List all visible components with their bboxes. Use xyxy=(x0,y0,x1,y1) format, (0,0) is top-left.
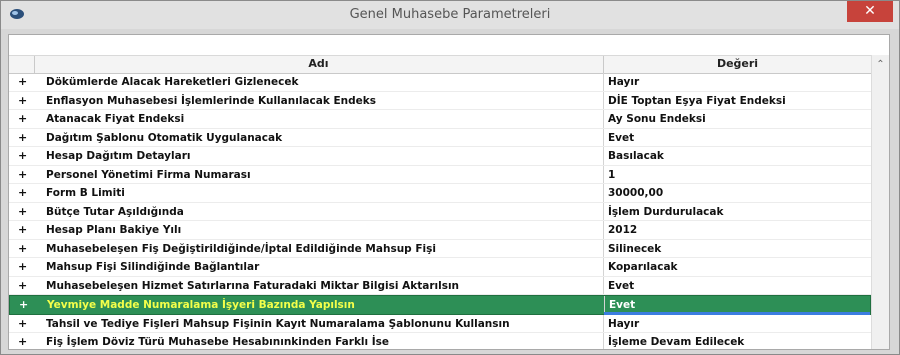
expand-icon[interactable]: + xyxy=(18,242,27,255)
column-divider xyxy=(603,110,604,128)
parameter-name: Dağıtım Şablonu Otomatik Uygulanacak xyxy=(46,131,283,144)
parameters-window: Genel Muhasebe Parametreleri ✕ Adı Değer… xyxy=(0,0,900,355)
table-row[interactable]: + Muhasebeleşen Fiş Değiştirildiğinde/İpt… xyxy=(9,239,871,258)
expand-icon[interactable]: + xyxy=(19,298,28,311)
expand-icon[interactable]: + xyxy=(18,335,27,348)
expand-icon[interactable]: + xyxy=(18,317,27,330)
table-row[interactable]: + Mahsup Fişi Silindiğinde Bağlantılar Kop… xyxy=(9,258,871,277)
grid-rows: + Dökümlerde Alacak Hareketleri Gizlenece… xyxy=(9,73,871,349)
parameter-name: Enflasyon Muhasebesi İşlemlerinde Kullan… xyxy=(46,94,376,107)
expand-icon[interactable]: + xyxy=(18,149,27,162)
table-row[interactable]: + Tahsil ve Tediye Fişleri Mahsup Fişinin… xyxy=(9,314,871,333)
chevron-up-icon[interactable]: ⌃ xyxy=(872,59,889,70)
expand-icon[interactable]: + xyxy=(18,112,27,125)
column-divider xyxy=(603,91,604,109)
window-title: Genel Muhasebe Parametreleri xyxy=(349,7,551,22)
table-row[interactable]: + Hesap Planı Bakiye Yılı 2012 xyxy=(9,221,871,240)
parameter-value[interactable]: 30000,00 xyxy=(608,187,663,199)
table-row[interactable]: + Dökümlerde Alacak Hareketleri Gizlenece… xyxy=(9,73,871,92)
parameter-name: Muhasebeleşen Fiş Değiştirildiğinde/İpta… xyxy=(46,242,436,255)
parameter-value[interactable]: Ay Sonu Endeksi xyxy=(608,113,706,125)
parameters-grid: Adı Değeri + Dökümlerde Alacak Hareketler… xyxy=(8,34,890,350)
parameter-name: Atanacak Fiyat Endeksi xyxy=(46,113,185,125)
expand-icon[interactable]: + xyxy=(18,260,27,273)
column-divider xyxy=(603,333,604,349)
parameter-name: Form B Limiti xyxy=(46,187,125,199)
table-row[interactable]: + Dağıtım Şablonu Otomatik Uygulanacak Eve… xyxy=(9,128,871,147)
expand-icon[interactable]: + xyxy=(18,223,27,236)
header-divider xyxy=(34,56,35,73)
parameter-value[interactable]: Evet xyxy=(608,280,634,292)
column-header-value[interactable]: Değeri xyxy=(604,57,871,70)
table-row[interactable]: + Bütçe Tutar Aşıldığında İşlem Durdurulac… xyxy=(9,202,871,221)
parameter-value[interactable]: Koparılacak xyxy=(608,261,678,273)
grid-header: Adı Değeri xyxy=(9,55,871,74)
expand-icon[interactable]: + xyxy=(18,186,27,199)
parameter-name: Tahsil ve Tediye Fişleri Mahsup Fişinin … xyxy=(46,317,510,330)
parameter-value[interactable]: İşlem Durdurulacak xyxy=(608,206,723,218)
close-icon: ✕ xyxy=(864,3,876,19)
table-row[interactable]: + Fiş İşlem Döviz Türü Muhasebe Hesabının… xyxy=(9,333,871,349)
table-row[interactable]: + Yevmiye Madde Numaralama İşyeri Bazında… xyxy=(9,295,871,315)
parameter-name: Mahsup Fişi Silindiğinde Bağlantılar xyxy=(46,261,260,273)
parameter-value[interactable]: Evet xyxy=(608,132,634,144)
expand-icon[interactable]: + xyxy=(18,168,27,181)
column-divider xyxy=(603,184,604,202)
parameter-value[interactable]: Silinecek xyxy=(608,243,661,255)
table-row[interactable]: + Atanacak Fiyat Endeksi Ay Sonu Endeksi xyxy=(9,110,871,129)
column-divider xyxy=(603,276,604,294)
parameter-value[interactable]: Evet xyxy=(609,299,635,311)
table-row[interactable]: + Muhasebeleşen Hizmet Satırlarına Fatura… xyxy=(9,276,871,295)
expand-icon[interactable]: + xyxy=(18,279,27,292)
column-divider xyxy=(603,202,604,220)
column-divider xyxy=(603,314,604,332)
parameter-name: Personel Yönetimi Firma Numarası xyxy=(46,168,251,181)
column-divider xyxy=(603,73,604,91)
column-divider xyxy=(603,128,604,146)
table-row[interactable]: + Hesap Dağıtım Detayları Basılacak xyxy=(9,147,871,166)
parameter-value[interactable]: Hayır xyxy=(608,318,639,330)
column-divider xyxy=(603,165,604,183)
parameter-value[interactable]: Hayır xyxy=(608,76,639,88)
parameter-value[interactable]: 2012 xyxy=(608,224,637,236)
parameter-value[interactable]: 1 xyxy=(608,169,615,181)
expand-icon[interactable]: + xyxy=(18,205,27,218)
parameter-value[interactable]: Basılacak xyxy=(608,150,664,162)
column-divider xyxy=(603,221,604,239)
column-header-name[interactable]: Adı xyxy=(35,57,602,70)
column-divider xyxy=(603,258,604,276)
parameter-name: Yevmiye Madde Numaralama İşyeri Bazında … xyxy=(47,299,355,311)
parameter-name: Bütçe Tutar Aşıldığında xyxy=(46,205,184,218)
column-divider xyxy=(603,239,604,257)
parameter-name: Hesap Planı Bakiye Yılı xyxy=(46,224,182,236)
table-row[interactable]: + Form B Limiti 30000,00 xyxy=(9,184,871,203)
parameter-value[interactable]: İşleme Devam Edilecek xyxy=(608,336,744,348)
table-row[interactable]: + Personel Yönetimi Firma Numarası 1 xyxy=(9,165,871,184)
parameter-name: Fiş İşlem Döviz Türü Muhasebe Hesabınınk… xyxy=(46,336,390,348)
column-divider xyxy=(603,147,604,165)
expand-icon[interactable]: + xyxy=(18,75,27,88)
close-button[interactable]: ✕ xyxy=(847,1,893,22)
parameter-name: Hesap Dağıtım Detayları xyxy=(46,150,191,162)
parameter-name: Dökümlerde Alacak Hareketleri Gizlenecek xyxy=(46,76,299,88)
expand-icon[interactable]: + xyxy=(18,94,27,107)
expand-icon[interactable]: + xyxy=(18,131,27,144)
title-bar[interactable]: Genel Muhasebe Parametreleri ✕ xyxy=(1,1,899,29)
vertical-scrollbar[interactable]: ⌃ xyxy=(871,55,889,349)
table-row[interactable]: + Enflasyon Muhasebesi İşlemlerinde Kulla… xyxy=(9,91,871,110)
parameter-name: Muhasebeleşen Hizmet Satırlarına Faturad… xyxy=(46,279,460,292)
parameter-value[interactable]: DİE Toptan Eşya Fiyat Endeksi xyxy=(608,95,786,107)
